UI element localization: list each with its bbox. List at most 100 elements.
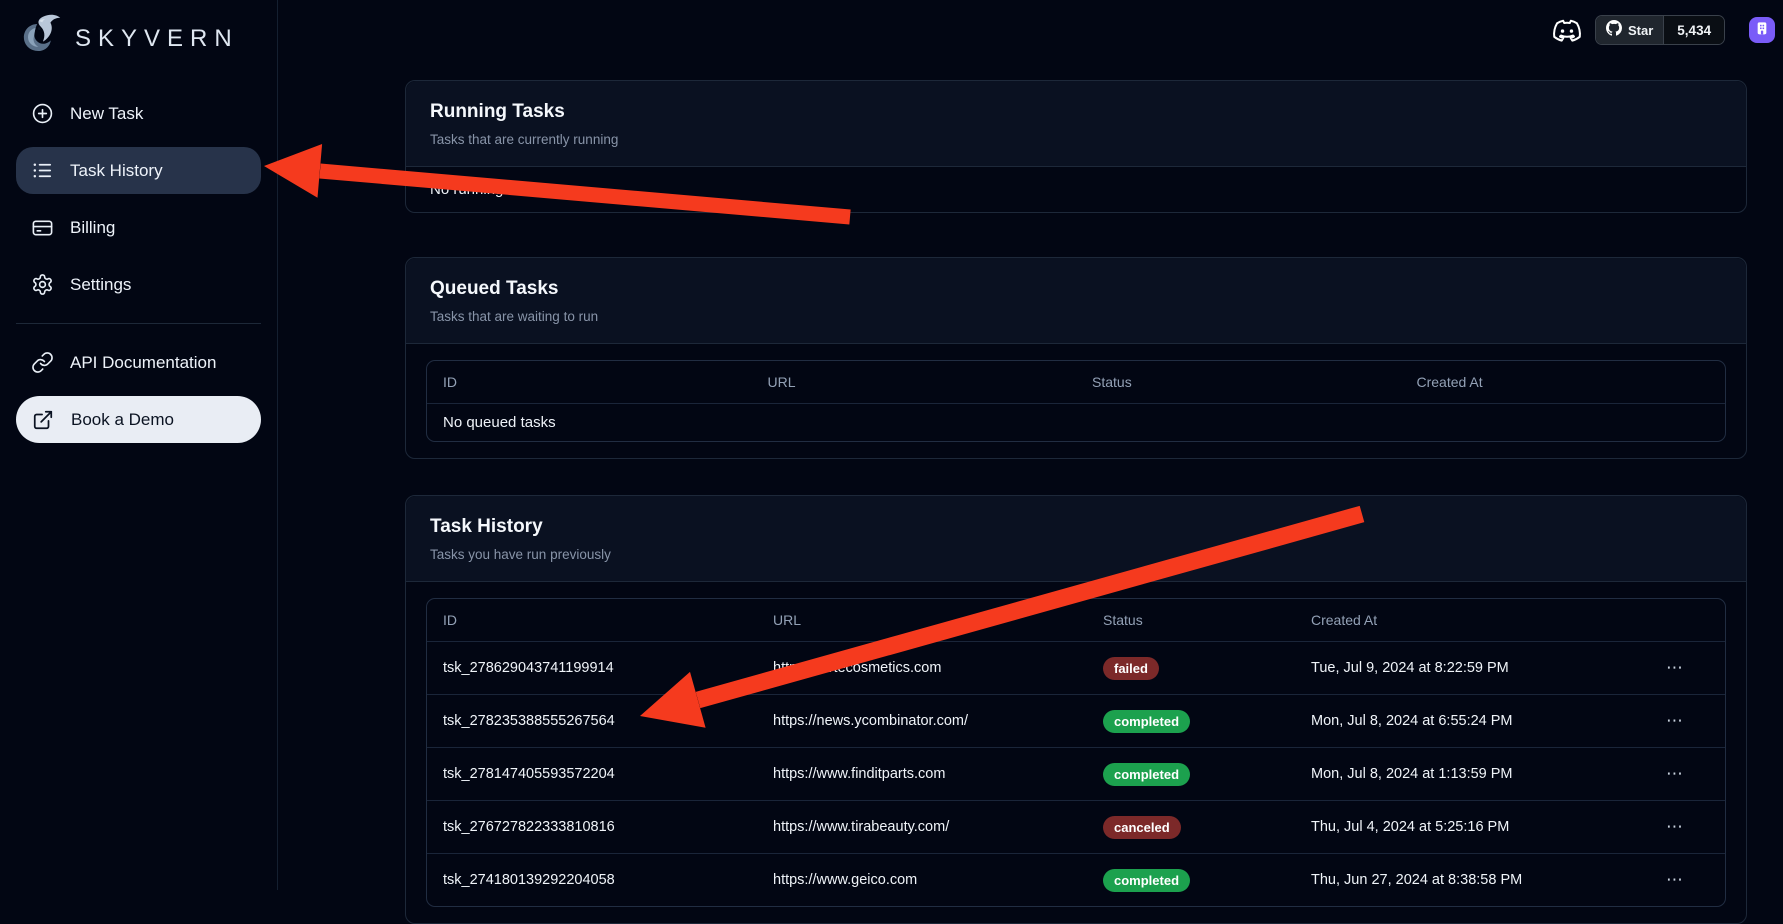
github-icon: [1606, 20, 1622, 41]
running-tasks-empty-text: No running tasks: [406, 167, 1746, 212]
task-url-cell: https://tartecosmetics.com: [757, 660, 1087, 676]
status-badge: failed: [1103, 657, 1159, 680]
ellipsis-icon: ⋯: [1666, 712, 1684, 730]
sidebar-divider: [16, 323, 261, 324]
task-status-cell: failed: [1087, 657, 1295, 680]
queued-tasks-empty-text: No queued tasks: [427, 403, 1725, 441]
task-id-cell: tsk_274180139292204058: [427, 872, 757, 888]
row-actions-button[interactable]: ⋯: [1658, 871, 1692, 889]
status-badge: completed: [1103, 710, 1190, 733]
gear-icon: [30, 273, 54, 297]
task-status-cell: canceled: [1087, 816, 1295, 839]
running-tasks-title: Running Tasks: [430, 101, 1722, 123]
column-header-url: URL: [757, 599, 1087, 641]
queued-tasks-body: ID URL Status Created At No queued tasks: [406, 344, 1746, 458]
sidebar-item-label: API Documentation: [70, 353, 216, 373]
status-badge: completed: [1103, 763, 1190, 786]
task-created-cell: Thu, Jul 4, 2024 at 5:25:16 PM: [1295, 819, 1625, 835]
column-header-url: URL: [752, 361, 1077, 403]
topbar: Star 5,434 Sk: [1550, 15, 1783, 45]
task-url-cell: https://www.finditparts.com: [757, 766, 1087, 782]
task-created-cell: Mon, Jul 8, 2024 at 1:13:59 PM: [1295, 766, 1625, 782]
sidebar-item-label: Billing: [70, 218, 115, 238]
task-row[interactable]: tsk_278629043741199914 https://tartecosm…: [427, 641, 1725, 694]
avatar[interactable]: [1749, 17, 1775, 43]
sidebar-item-label: New Task: [70, 104, 143, 124]
credit-card-icon: [30, 216, 54, 240]
task-status-cell: completed: [1087, 869, 1295, 892]
task-url-cell: https://news.ycombinator.com/: [757, 713, 1087, 729]
running-tasks-card: Running Tasks Tasks that are currently r…: [405, 80, 1747, 213]
ellipsis-icon: ⋯: [1666, 818, 1684, 836]
column-header-actions: [1625, 599, 1725, 641]
row-actions-button[interactable]: ⋯: [1658, 712, 1692, 730]
sidebar-item-task-history[interactable]: Task History: [16, 147, 261, 194]
sidebar-item-label: Task History: [70, 161, 163, 181]
column-header-id: ID: [427, 599, 757, 641]
queued-tasks-subtitle: Tasks that are waiting to run: [430, 309, 1722, 325]
brand-name: SKYVERN: [75, 25, 239, 53]
dragon-logo-icon: [16, 12, 66, 67]
link-icon: [30, 351, 54, 375]
ellipsis-icon: ⋯: [1666, 659, 1684, 677]
column-header-created-at: Created At: [1295, 599, 1625, 641]
sidebar-item-new-task[interactable]: New Task: [16, 90, 261, 137]
queued-table-header: ID URL Status Created At: [427, 361, 1725, 403]
main-content: Running Tasks Tasks that are currently r…: [405, 0, 1747, 924]
task-history-card: Task History Tasks you have run previous…: [405, 495, 1747, 924]
ellipsis-icon: ⋯: [1666, 871, 1684, 889]
column-header-status: Status: [1076, 361, 1401, 403]
github-star-count[interactable]: 5,434: [1663, 16, 1724, 44]
running-tasks-subtitle: Tasks that are currently running: [430, 132, 1722, 148]
task-history-subtitle: Tasks you have run previously: [430, 547, 1722, 563]
plus-circle-icon: [30, 102, 54, 126]
github-star-label: Star: [1628, 23, 1653, 38]
book-a-demo-button[interactable]: Book a Demo: [16, 396, 261, 443]
sidebar-item-api-documentation[interactable]: API Documentation: [16, 339, 261, 386]
sidebar-item-billing[interactable]: Billing: [16, 204, 261, 251]
task-url-cell: https://www.tirabeauty.com/: [757, 819, 1087, 835]
task-history-body: ID URL Status Created At tsk_27862904374…: [406, 582, 1746, 923]
column-header-id: ID: [427, 361, 752, 403]
task-status-cell: completed: [1087, 763, 1295, 786]
github-star-button[interactable]: Star: [1596, 16, 1663, 44]
task-created-cell: Mon, Jul 8, 2024 at 6:55:24 PM: [1295, 713, 1625, 729]
ellipsis-icon: ⋯: [1666, 765, 1684, 783]
external-link-icon: [31, 408, 55, 432]
sidebar-item-settings[interactable]: Settings: [16, 261, 261, 308]
task-id-cell: tsk_278629043741199914: [427, 660, 757, 676]
task-history-table: ID URL Status Created At tsk_27862904374…: [426, 598, 1726, 907]
task-url-cell: https://www.geico.com: [757, 872, 1087, 888]
discord-icon[interactable]: [1550, 15, 1584, 45]
running-tasks-header: Running Tasks Tasks that are currently r…: [406, 81, 1746, 167]
queued-tasks-table: ID URL Status Created At No queued tasks: [426, 360, 1726, 442]
github-star-widget[interactable]: Star 5,434: [1595, 15, 1725, 45]
row-actions-button[interactable]: ⋯: [1658, 818, 1692, 836]
sidebar-nav: New Task Task History Billing: [16, 90, 261, 308]
brand-logo[interactable]: SKYVERN: [16, 10, 261, 68]
task-id-cell: tsk_278235388555267564: [427, 713, 757, 729]
task-row[interactable]: tsk_274180139292204058 https://www.geico…: [427, 853, 1725, 906]
list-icon: [30, 159, 54, 183]
history-table-header: ID URL Status Created At: [427, 599, 1725, 641]
task-created-cell: Tue, Jul 9, 2024 at 8:22:59 PM: [1295, 660, 1625, 676]
status-badge: completed: [1103, 869, 1190, 892]
column-header-status: Status: [1087, 599, 1295, 641]
queued-tasks-header: Queued Tasks Tasks that are waiting to r…: [406, 258, 1746, 344]
building-icon: [1754, 20, 1770, 41]
task-row[interactable]: tsk_278235388555267564 https://news.ycom…: [427, 694, 1725, 747]
sidebar-item-label: Settings: [70, 275, 131, 295]
status-badge: canceled: [1103, 816, 1181, 839]
row-actions-button[interactable]: ⋯: [1658, 765, 1692, 783]
task-row[interactable]: tsk_278147405593572204 https://www.findi…: [427, 747, 1725, 800]
task-id-cell: tsk_276727822333810816: [427, 819, 757, 835]
sidebar: SKYVERN New Task Task History: [0, 0, 278, 890]
queued-tasks-card: Queued Tasks Tasks that are waiting to r…: [405, 257, 1747, 459]
task-row[interactable]: tsk_276727822333810816 https://www.tirab…: [427, 800, 1725, 853]
task-history-header: Task History Tasks you have run previous…: [406, 496, 1746, 582]
task-created-cell: Thu, Jun 27, 2024 at 8:38:58 PM: [1295, 872, 1625, 888]
book-a-demo-label: Book a Demo: [71, 410, 174, 430]
row-actions-button[interactable]: ⋯: [1658, 659, 1692, 677]
task-status-cell: completed: [1087, 710, 1295, 733]
queued-tasks-title: Queued Tasks: [430, 278, 1722, 300]
